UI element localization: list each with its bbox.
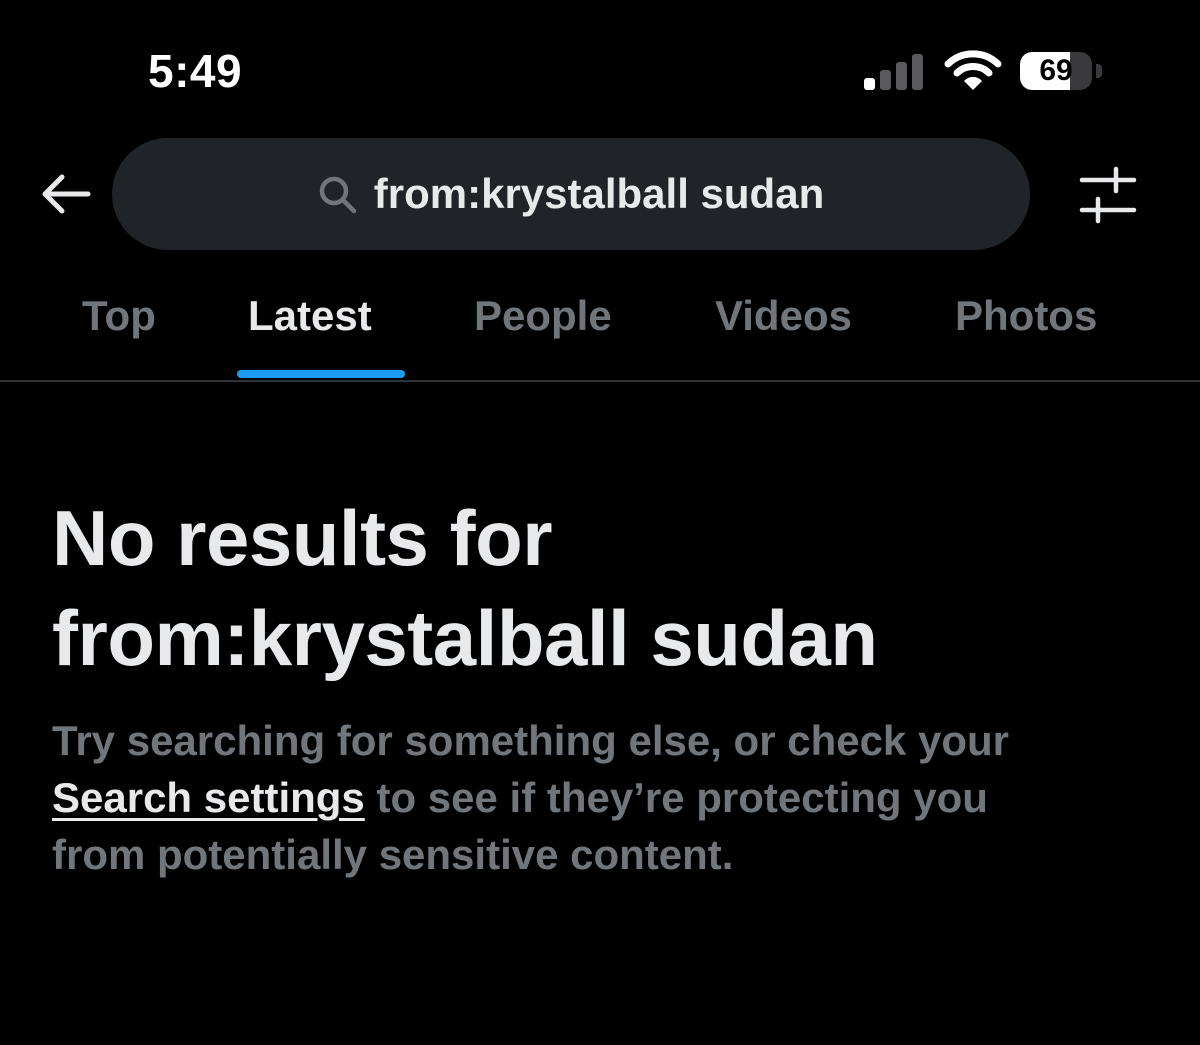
empty-desc-line-2-text: to see if they’re protecting you <box>364 774 988 821</box>
tab-photos[interactable]: Photos <box>955 292 1097 340</box>
empty-state-description: Try searching for something else, or che… <box>52 712 1162 883</box>
search-input[interactable]: from:krystalball sudan <box>112 138 1030 250</box>
battery-percent: 69 <box>1039 54 1073 87</box>
wifi-icon <box>944 50 1002 90</box>
empty-desc-line-1: Try searching for something else, or che… <box>52 717 1009 764</box>
battery-icon: 69 <box>1020 52 1102 90</box>
back-arrow-icon[interactable] <box>36 164 96 224</box>
empty-state-title: No results for from:krystalball sudan <box>52 488 1152 688</box>
tab-top[interactable]: Top <box>82 292 156 340</box>
search-query-text: from:krystalball sudan <box>373 170 825 217</box>
tab-latest[interactable]: Latest <box>248 292 372 340</box>
tab-videos[interactable]: Videos <box>715 292 852 340</box>
search-tabs: Top Latest People Videos Photos <box>0 278 1200 382</box>
battery-cap <box>1096 64 1102 78</box>
status-bar: 5:49 69 <box>0 0 1200 130</box>
tab-people[interactable]: People <box>474 292 612 340</box>
filter-sliders-icon[interactable] <box>1076 166 1140 224</box>
status-time: 5:49 <box>148 45 243 97</box>
empty-desc-line-2: Search settings to see if they’re protec… <box>52 769 1162 826</box>
cellular-signal-icon <box>864 54 923 90</box>
empty-title-line-2: from:krystalball sudan <box>52 594 878 682</box>
empty-title-line-1: No results for <box>52 494 553 582</box>
active-tab-indicator <box>237 370 405 378</box>
search-settings-link[interactable]: Search settings <box>52 774 365 821</box>
empty-desc-line-3: from potentially sensitive content. <box>52 831 734 878</box>
search-icon <box>319 176 357 214</box>
battery-body: 69 <box>1020 52 1092 90</box>
